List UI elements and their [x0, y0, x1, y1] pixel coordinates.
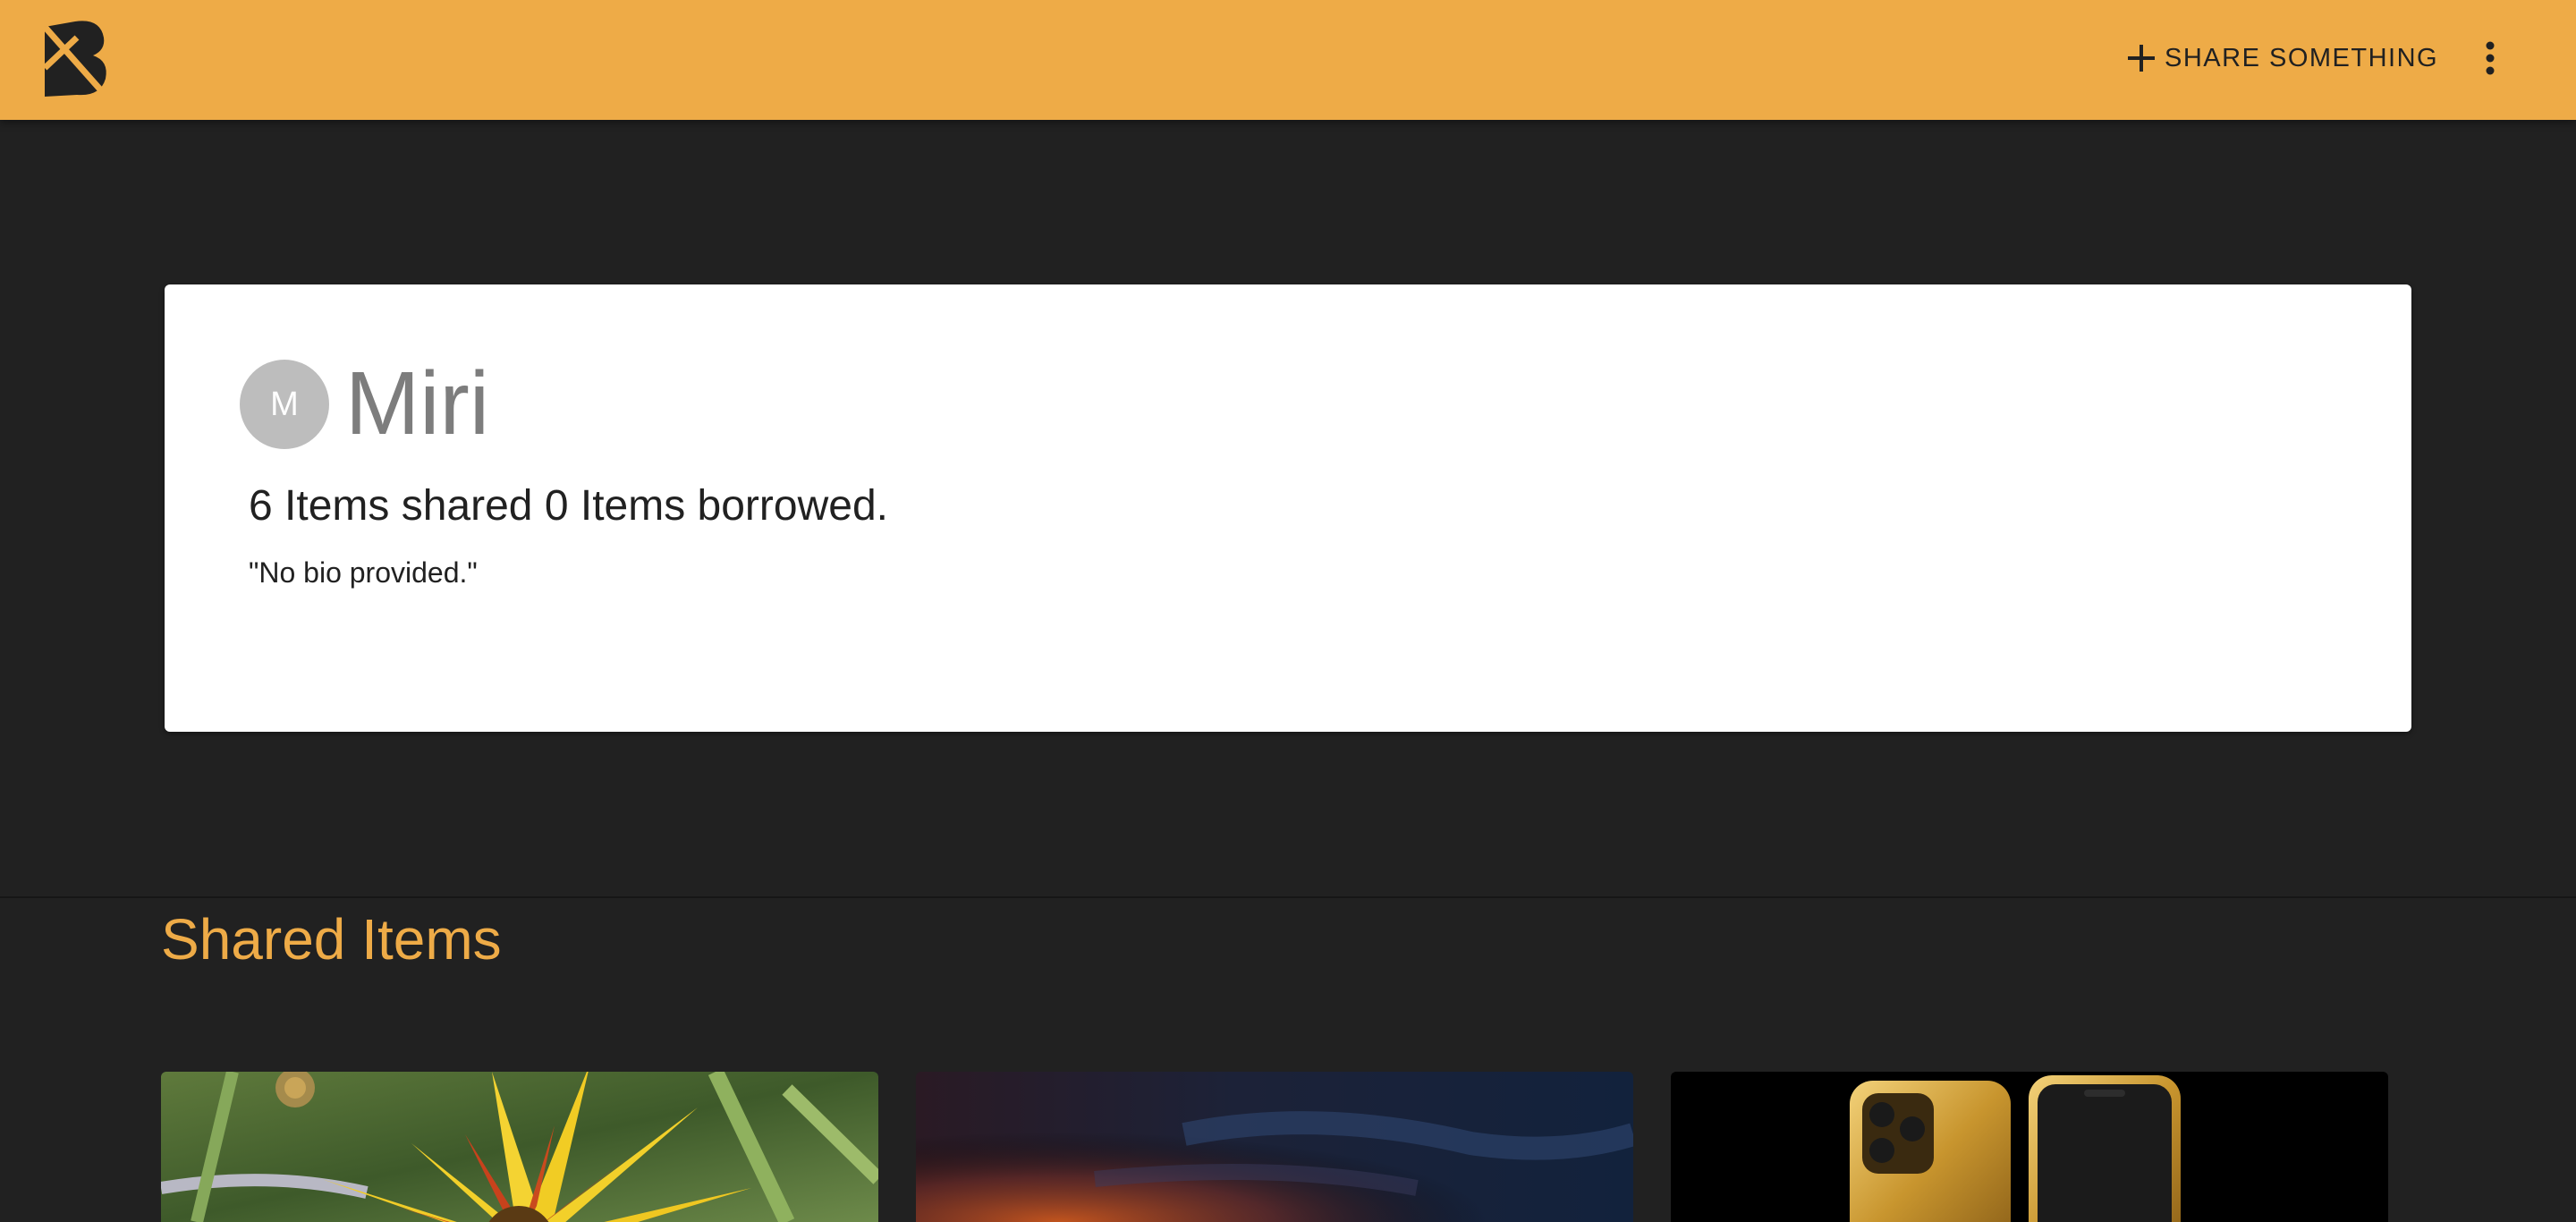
item-card[interactable]: [916, 1072, 1633, 1222]
profile-card: M Miri 6 Items shared 0 Items borrowed. …: [165, 284, 2411, 732]
flower-photo: [161, 1072, 878, 1222]
gold-phone-photo: [1671, 1072, 2388, 1222]
profile-bio: "No bio provided.": [249, 556, 478, 589]
app-header: SHARE SOMETHING: [0, 0, 2576, 120]
plus-icon: [2127, 44, 2156, 72]
profile-stats: 6 Items shared 0 Items borrowed.: [249, 482, 888, 530]
boomtown-logo-icon[interactable]: [41, 18, 111, 98]
section-divider: [0, 896, 2576, 898]
profile-name: Miri: [345, 353, 490, 454]
item-card[interactable]: [1671, 1072, 2388, 1222]
more-vert-icon: [2485, 41, 2496, 75]
item-card[interactable]: [161, 1072, 878, 1222]
shared-items-title: Shared Items: [161, 907, 502, 972]
avatar: M: [240, 360, 329, 449]
sunset-sky-photo: [916, 1072, 1633, 1222]
share-something-button[interactable]: SHARE SOMETHING: [2127, 36, 2438, 81]
share-something-label: SHARE SOMETHING: [2165, 43, 2439, 72]
more-options-button[interactable]: [2470, 36, 2510, 81]
